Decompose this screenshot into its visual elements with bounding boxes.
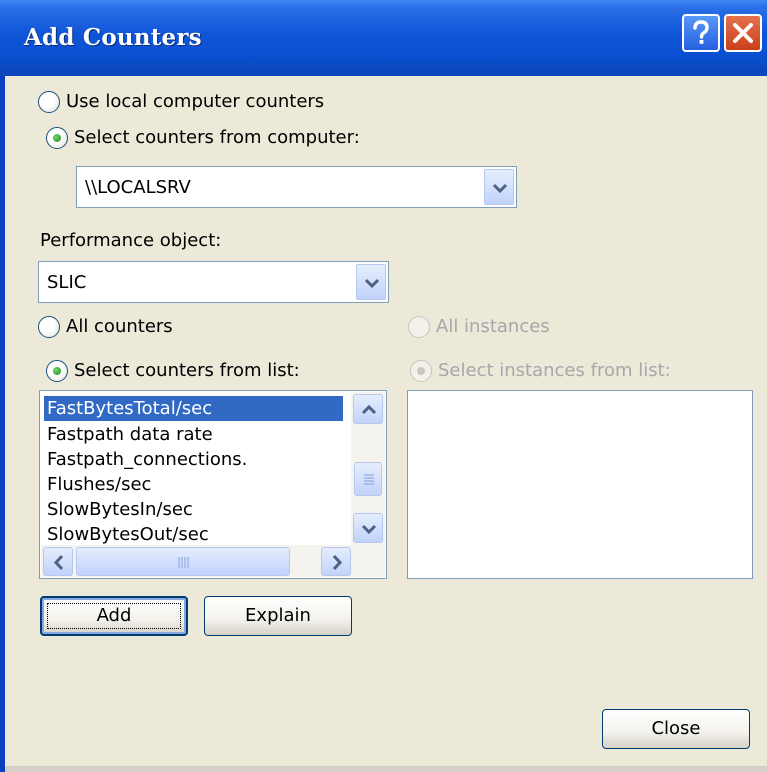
all-instances-label[interactable]: All instances: [436, 316, 550, 337]
vertical-scroll-thumb[interactable]: [354, 462, 382, 496]
list-item[interactable]: SlowBytesOut/sec: [44, 522, 209, 547]
add-button[interactable]: Add: [40, 596, 188, 636]
add-counters-dialog: Add Counters Use local computer counters…: [0, 0, 767, 772]
use-local-label[interactable]: Use local computer counters: [66, 91, 324, 112]
horizontal-scroll-thumb[interactable]: [76, 547, 290, 576]
scroll-right-button[interactable]: [321, 547, 351, 576]
radio-selected-dot: [53, 367, 61, 375]
chevron-right-icon: [332, 554, 343, 571]
select-instances-radio[interactable]: [410, 360, 432, 382]
scroll-left-button[interactable]: [43, 547, 73, 576]
explain-button-label: Explain: [245, 605, 311, 626]
computer-value: \\LOCALSRV: [85, 177, 191, 198]
select-counters-label[interactable]: Select counters from list:: [74, 360, 300, 381]
select-from-computer-label[interactable]: Select counters from computer:: [74, 127, 360, 148]
chevron-down-icon: [361, 524, 377, 535]
select-from-computer-radio[interactable]: [46, 127, 68, 149]
list-item[interactable]: SlowBytesIn/sec: [44, 497, 193, 522]
all-counters-label[interactable]: All counters: [66, 316, 173, 337]
help-button[interactable]: [682, 14, 720, 52]
select-counters-radio[interactable]: [46, 360, 68, 382]
select-instances-label[interactable]: Select instances from list:: [438, 360, 671, 381]
list-item[interactable]: Fastpath_connections.: [44, 447, 247, 472]
radio-selected-dot: [53, 134, 61, 142]
window-left-border: [0, 76, 5, 772]
all-counters-radio[interactable]: [38, 316, 60, 338]
performance-object-label: Performance object:: [40, 230, 222, 251]
add-button-label: Add: [96, 605, 132, 626]
computer-dropdown-button[interactable]: [484, 169, 514, 205]
performance-object-value: SLIC: [47, 272, 87, 293]
question-icon: [693, 20, 709, 44]
grip-icon: [364, 474, 374, 485]
window-bottom-border: [5, 766, 767, 772]
chevron-down-icon: [364, 278, 380, 289]
instances-listbox[interactable]: [407, 390, 753, 579]
close-window-button[interactable]: [724, 14, 762, 52]
close-button[interactable]: Close: [602, 709, 750, 749]
list-item[interactable]: Fastpath data rate: [44, 422, 213, 447]
scroll-up-button[interactable]: [353, 394, 383, 424]
grip-icon: [178, 557, 189, 568]
explain-button[interactable]: Explain: [204, 596, 352, 636]
close-button-label: Close: [651, 718, 701, 739]
chevron-down-icon: [492, 183, 508, 194]
performance-object-combobox[interactable]: SLIC: [38, 261, 389, 303]
chevron-left-icon: [53, 554, 64, 571]
title-bar[interactable]: Add Counters: [0, 0, 767, 76]
use-local-radio[interactable]: [38, 91, 60, 113]
counters-listbox[interactable]: FastBytesTotal/sec Fastpath data rate Fa…: [39, 390, 387, 579]
computer-combobox[interactable]: \\LOCALSRV: [76, 166, 517, 208]
x-icon: [733, 23, 753, 43]
list-item[interactable]: Flushes/sec: [44, 472, 151, 497]
list-item[interactable]: FastBytesTotal/sec: [44, 396, 343, 421]
scroll-down-button[interactable]: [353, 513, 383, 543]
radio-selected-dot: [417, 367, 425, 375]
all-instances-radio[interactable]: [408, 316, 430, 338]
window-title: Add Counters: [24, 24, 202, 51]
chevron-up-icon: [361, 404, 377, 415]
performance-object-dropdown-button[interactable]: [356, 264, 386, 300]
